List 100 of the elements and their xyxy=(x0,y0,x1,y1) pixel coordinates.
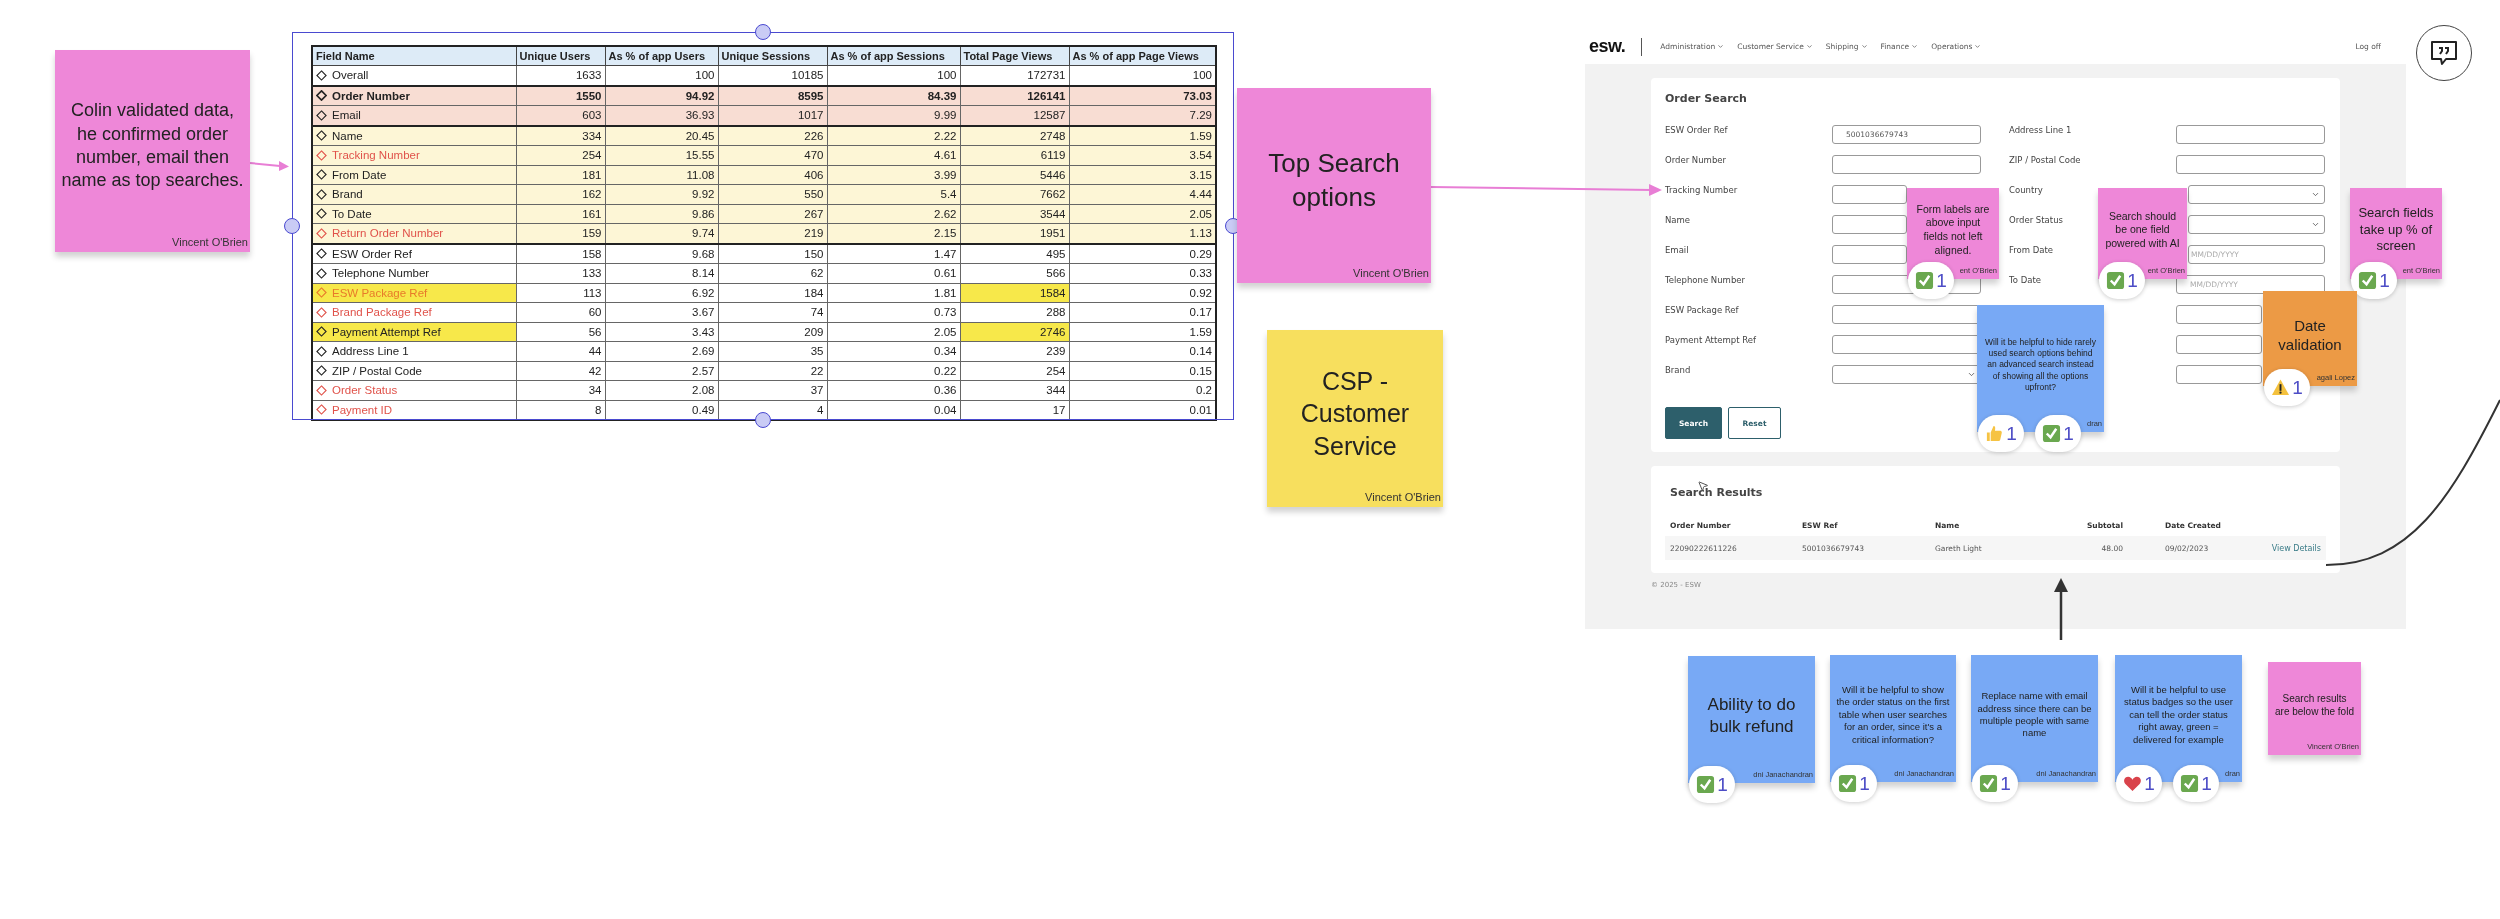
column-header: As % of app Page Views xyxy=(1069,46,1216,66)
diamond-icon xyxy=(316,404,327,416)
caret-icon xyxy=(1911,43,1919,50)
column-header: Unique Users xyxy=(516,46,605,66)
sticky-text: CSP - Customer Service xyxy=(1299,365,1411,462)
field-name: Telephone Number xyxy=(332,267,430,280)
diamond-icon xyxy=(316,130,327,142)
check-icon xyxy=(2042,424,2062,443)
input-field[interactable] xyxy=(2176,365,2262,384)
input-field[interactable] xyxy=(1832,245,1907,264)
sticky-text: Will it be helpful to use status badges so the user can tell the order status right away, green = delivered for example xyxy=(2123,684,2234,746)
input-field[interactable] xyxy=(2176,155,2325,174)
resize-handle[interactable] xyxy=(284,218,300,234)
caret-icon xyxy=(1974,43,1982,50)
view-details-link[interactable]: View Details xyxy=(2265,543,2321,553)
reaction-badge[interactable]: 1 xyxy=(2116,765,2162,802)
field-name: From Date xyxy=(332,168,387,181)
sticky-text: Search should be one field powered with AI xyxy=(2104,209,2181,251)
field-name: ESW Order Ref xyxy=(332,247,412,260)
column-header: Field Name xyxy=(312,46,516,66)
diamond-icon xyxy=(316,287,327,299)
sticky-text: Will it be helpful to hide rarely used search options behind an advanced search instead of showing all the options upfront? xyxy=(1984,337,2097,393)
diamond-icon xyxy=(316,149,327,161)
input-field[interactable] xyxy=(1832,185,1907,204)
sticky-text: Date validation xyxy=(2277,315,2343,355)
field-name: Order Status xyxy=(332,384,398,397)
diamond-icon xyxy=(316,227,327,239)
select-field[interactable] xyxy=(2188,185,2325,204)
input-field[interactable] xyxy=(2176,125,2325,144)
field-name: Name xyxy=(332,129,363,142)
heart-icon xyxy=(2123,774,2143,793)
input-field[interactable] xyxy=(2176,305,2262,324)
sticky-text: Search results are below the fold xyxy=(2274,692,2355,718)
field-name: Return Order Number xyxy=(332,227,444,240)
sticky-text: Ability to do bulk refund xyxy=(1706,693,1797,738)
field-name: Tracking Number xyxy=(332,149,420,162)
table-cell: 2.22 xyxy=(827,125,960,146)
diamond-icon xyxy=(316,188,327,200)
field-label: ESW Order Ref xyxy=(1665,124,1728,136)
resize-handle[interactable] xyxy=(755,412,771,428)
input-field[interactable] xyxy=(1832,215,1907,234)
table-cell: 126141 xyxy=(960,85,1069,106)
diamond-icon xyxy=(316,169,327,181)
resize-handle[interactable] xyxy=(755,24,771,40)
table-cell: 8595 xyxy=(718,85,827,106)
sticky-note[interactable]: Colin validated data, he confirmed order number, email then name as top searches. Vincent O'Brien xyxy=(55,50,250,252)
comment-icon xyxy=(2429,39,2459,67)
reaction-badge[interactable]: 1 xyxy=(1972,765,2018,802)
table-cell: 94.92 xyxy=(605,85,718,106)
card-title: Search Results xyxy=(1670,486,1764,499)
check-icon xyxy=(1979,774,1999,793)
author-name: Vincent O'Brien xyxy=(1365,491,1441,503)
table-cell: 1.59 xyxy=(1069,125,1216,146)
thumbs-up-icon xyxy=(1985,424,2005,443)
diamond-icon xyxy=(316,69,327,81)
diamond-icon xyxy=(316,109,327,121)
diamond-icon xyxy=(316,267,327,279)
field-label: Address Line 1 xyxy=(2009,124,2072,136)
table-cell: 495 xyxy=(960,243,1069,264)
field-name: Brand Package Ref xyxy=(332,306,432,319)
select-field[interactable] xyxy=(2188,215,2325,234)
logo: esw. xyxy=(1589,36,1626,57)
table-cell: 84.39 xyxy=(827,85,960,106)
field-name: Email xyxy=(332,109,361,122)
caret-icon xyxy=(2311,220,2320,229)
comment-button[interactable] xyxy=(2416,25,2472,81)
check-icon xyxy=(1838,774,1858,793)
field-name: ESW Package Ref xyxy=(332,286,428,299)
diamond-icon xyxy=(316,248,327,260)
sticky-note[interactable]: Top Search options Vincent O'Brien xyxy=(1237,88,1431,283)
reaction-badge[interactable]: 1 xyxy=(2173,765,2219,802)
sticky-text: Colin validated data, he confirmed order number, email then name as top searches. xyxy=(60,99,245,193)
field-label: Order Number xyxy=(1665,154,1726,166)
card-title: Order Search xyxy=(1665,92,1748,105)
table-cell: 226 xyxy=(718,125,827,146)
sticky-text: Form labels are above input fields not left aligned. xyxy=(1915,202,1991,258)
table-cell: 1550 xyxy=(516,85,605,106)
diamond-icon xyxy=(316,345,327,357)
sticky-text: Search fields take up % of screen xyxy=(2357,204,2435,256)
warning-icon xyxy=(2271,378,2291,397)
field-name: Payment Attempt Ref xyxy=(332,325,441,338)
field-label: Payment Attempt Ref xyxy=(1665,334,1756,346)
diamond-icon xyxy=(316,208,327,220)
check-icon xyxy=(2106,271,2126,290)
reaction-badge[interactable]: 1 xyxy=(1689,766,1735,803)
caret-icon xyxy=(1717,43,1725,50)
table-cell: 2748 xyxy=(960,125,1069,146)
sticky-note[interactable]: CSP - Customer Service Vincent O'Brien xyxy=(1267,330,1443,507)
diamond-icon xyxy=(316,90,327,102)
check-icon xyxy=(1915,271,1935,290)
field-label: From Date xyxy=(2009,244,2054,256)
connector-arrow xyxy=(249,161,289,171)
diamond-icon xyxy=(316,365,327,377)
column-header: Total Page Views xyxy=(960,46,1069,66)
sticky-text: Top Search options xyxy=(1267,146,1401,214)
author-name: Vincent O'Brien xyxy=(1353,267,1429,279)
input-field[interactable] xyxy=(1832,155,1981,174)
input-field[interactable] xyxy=(2176,335,2262,354)
column-header: As % of app Sessions xyxy=(827,46,960,66)
reaction-badge[interactable]: 1 xyxy=(1831,765,1877,802)
